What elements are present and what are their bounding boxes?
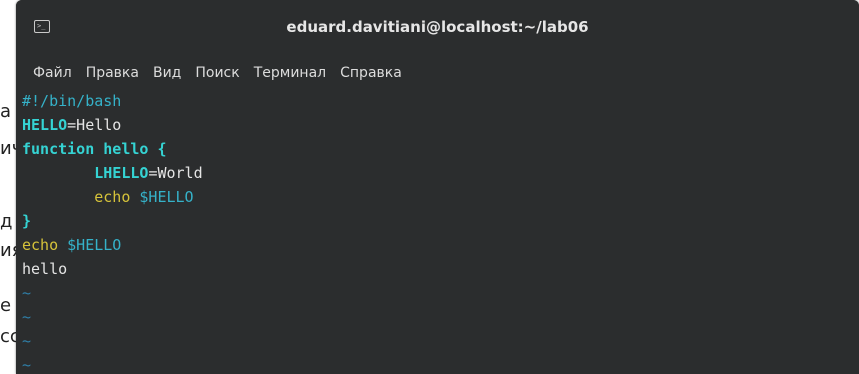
menu-search[interactable]: Поиск bbox=[195, 65, 239, 81]
menu-file[interactable]: Файл bbox=[33, 65, 72, 81]
background-text: а bbox=[0, 101, 12, 122]
assignment: =World bbox=[148, 164, 203, 182]
assignment: =Hello bbox=[67, 116, 122, 134]
window-title: eduard.davitiani@localhost:~/lab06 bbox=[286, 18, 589, 36]
empty-line-marker: ~ bbox=[22, 308, 32, 326]
echo-command: echo bbox=[22, 236, 59, 254]
code-line: function hello { bbox=[22, 138, 167, 160]
editor-area[interactable]: #!/bin/bash HELLO=Hello function hello {… bbox=[16, 90, 859, 374]
closing-brace: } bbox=[22, 212, 32, 230]
empty-line-marker: ~ bbox=[22, 356, 32, 374]
variable-ref: $HELLO bbox=[67, 236, 122, 254]
background-text: д bbox=[0, 211, 13, 232]
code-line: echo $HELLO bbox=[22, 234, 121, 256]
variable-name: HELLO bbox=[22, 116, 68, 134]
title-bar[interactable]: >_ eduard.davitiani@localhost:~/lab06 bbox=[16, 0, 859, 57]
menu-help[interactable]: Справка bbox=[340, 65, 402, 81]
terminal-window: >_ eduard.davitiani@localhost:~/lab06 Фа… bbox=[16, 0, 859, 374]
function-call: hello bbox=[22, 260, 68, 278]
background-text: е bbox=[0, 295, 12, 316]
echo-command: echo bbox=[94, 188, 131, 206]
function-keyword: function hello { bbox=[22, 140, 167, 158]
menu-edit[interactable]: Правка bbox=[86, 65, 139, 81]
variable-ref: $HELLO bbox=[139, 188, 194, 206]
menu-bar: Файл Правка Вид Поиск Терминал Справка bbox=[16, 56, 859, 90]
empty-line-marker: ~ bbox=[22, 332, 32, 350]
code-line: } bbox=[22, 210, 31, 232]
code-line: HELLO=Hello bbox=[22, 114, 121, 136]
code-line: hello bbox=[22, 258, 67, 280]
variable-name: LHELLO bbox=[94, 164, 149, 182]
empty-line-marker: ~ bbox=[22, 284, 32, 302]
code-line: echo $HELLO bbox=[22, 186, 194, 208]
code-line: LHELLO=World bbox=[22, 162, 203, 184]
menu-view[interactable]: Вид bbox=[153, 65, 181, 81]
shebang-comment: #!/bin/bash bbox=[22, 92, 122, 110]
menu-terminal[interactable]: Терминал bbox=[254, 65, 326, 81]
code-line: #!/bin/bash bbox=[22, 90, 121, 112]
